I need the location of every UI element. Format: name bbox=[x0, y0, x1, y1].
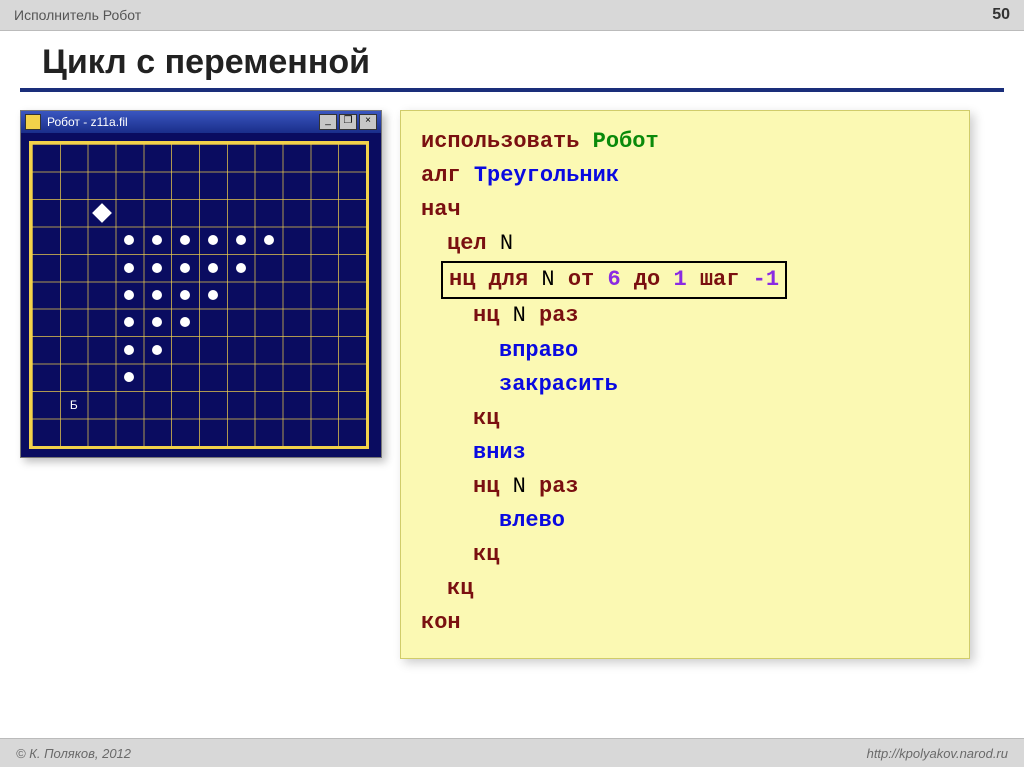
grid-lines bbox=[32, 144, 366, 446]
painted-cell-dot bbox=[180, 235, 190, 245]
robot-grid: Б bbox=[29, 141, 369, 449]
code-line-decl: цел N bbox=[421, 227, 949, 261]
code-line-right: вправо bbox=[421, 334, 949, 368]
title-underline bbox=[20, 88, 1004, 92]
painted-cell-dot bbox=[264, 235, 274, 245]
painted-cell-dot bbox=[180, 290, 190, 300]
painted-cell-dot bbox=[152, 290, 162, 300]
painted-cell-dot bbox=[124, 372, 134, 382]
painted-cell-dot bbox=[124, 345, 134, 355]
code-line-begin: нач bbox=[421, 193, 949, 227]
robot-window-title: Робот - z11a.fil bbox=[47, 115, 128, 129]
copyright: © К. Поляков, 2012 bbox=[16, 746, 131, 761]
page-number: 50 bbox=[992, 6, 1010, 24]
robot-grid-container: Б bbox=[21, 133, 381, 457]
painted-cell-dot bbox=[124, 235, 134, 245]
robot-window: Робот - z11a.fil _ ❐ × Б bbox=[20, 110, 382, 458]
page-title: Цикл с переменной bbox=[42, 43, 1024, 82]
painted-cell-dot bbox=[124, 263, 134, 273]
code-line-kc2: кц bbox=[421, 538, 949, 572]
breadcrumb: Исполнитель Робот bbox=[14, 7, 141, 23]
code-line-left: влево bbox=[421, 504, 949, 538]
code-panel: использовать Робот алг Треугольник нач ц… bbox=[400, 110, 970, 659]
painted-cell-dot bbox=[152, 345, 162, 355]
close-button[interactable]: × bbox=[359, 114, 377, 130]
code-line-inner1: нц N раз bbox=[421, 299, 949, 333]
footer-url: http://kpolyakov.narod.ru bbox=[867, 746, 1008, 761]
code-line-end: кон bbox=[421, 606, 949, 640]
robot-titlebar[interactable]: Робот - z11a.fil _ ❐ × bbox=[21, 111, 381, 133]
painted-cell-dot bbox=[236, 235, 246, 245]
code-line-alg: алг Треугольник bbox=[421, 159, 949, 193]
painted-cell-dot bbox=[208, 263, 218, 273]
header-bar: Исполнитель Робот 50 bbox=[0, 0, 1024, 31]
code-line-for: нц для N от 6 до 1 шаг -1 bbox=[421, 261, 949, 299]
painted-cell-dot bbox=[152, 317, 162, 327]
code-line-use: использовать Робот bbox=[421, 125, 949, 159]
painted-cell-dot bbox=[180, 317, 190, 327]
painted-cell-dot bbox=[152, 263, 162, 273]
minimize-button[interactable]: _ bbox=[319, 114, 337, 130]
painted-cell-dot bbox=[208, 235, 218, 245]
code-line-inner2: нц N раз bbox=[421, 470, 949, 504]
slide: Исполнитель Робот 50 Цикл с переменной Р… bbox=[0, 0, 1024, 767]
painted-cell-dot bbox=[180, 263, 190, 273]
painted-cell-dot bbox=[124, 290, 134, 300]
painted-cell-dot bbox=[124, 317, 134, 327]
painted-cell-dot bbox=[152, 235, 162, 245]
base-label: Б bbox=[70, 398, 78, 412]
painted-cell-dot bbox=[236, 263, 246, 273]
code-line-down: вниз bbox=[421, 436, 949, 470]
robot-app-icon bbox=[25, 114, 41, 130]
code-line-kc3: кц bbox=[421, 572, 949, 606]
footer-bar: © К. Поляков, 2012 http://kpolyakov.naro… bbox=[0, 738, 1024, 767]
code-line-kc1: кц bbox=[421, 402, 949, 436]
content-row: Робот - z11a.fil _ ❐ × Б использовать Ро… bbox=[0, 110, 1024, 659]
maximize-button[interactable]: ❐ bbox=[339, 114, 357, 130]
code-line-paint: закрасить bbox=[421, 368, 949, 402]
painted-cell-dot bbox=[208, 290, 218, 300]
